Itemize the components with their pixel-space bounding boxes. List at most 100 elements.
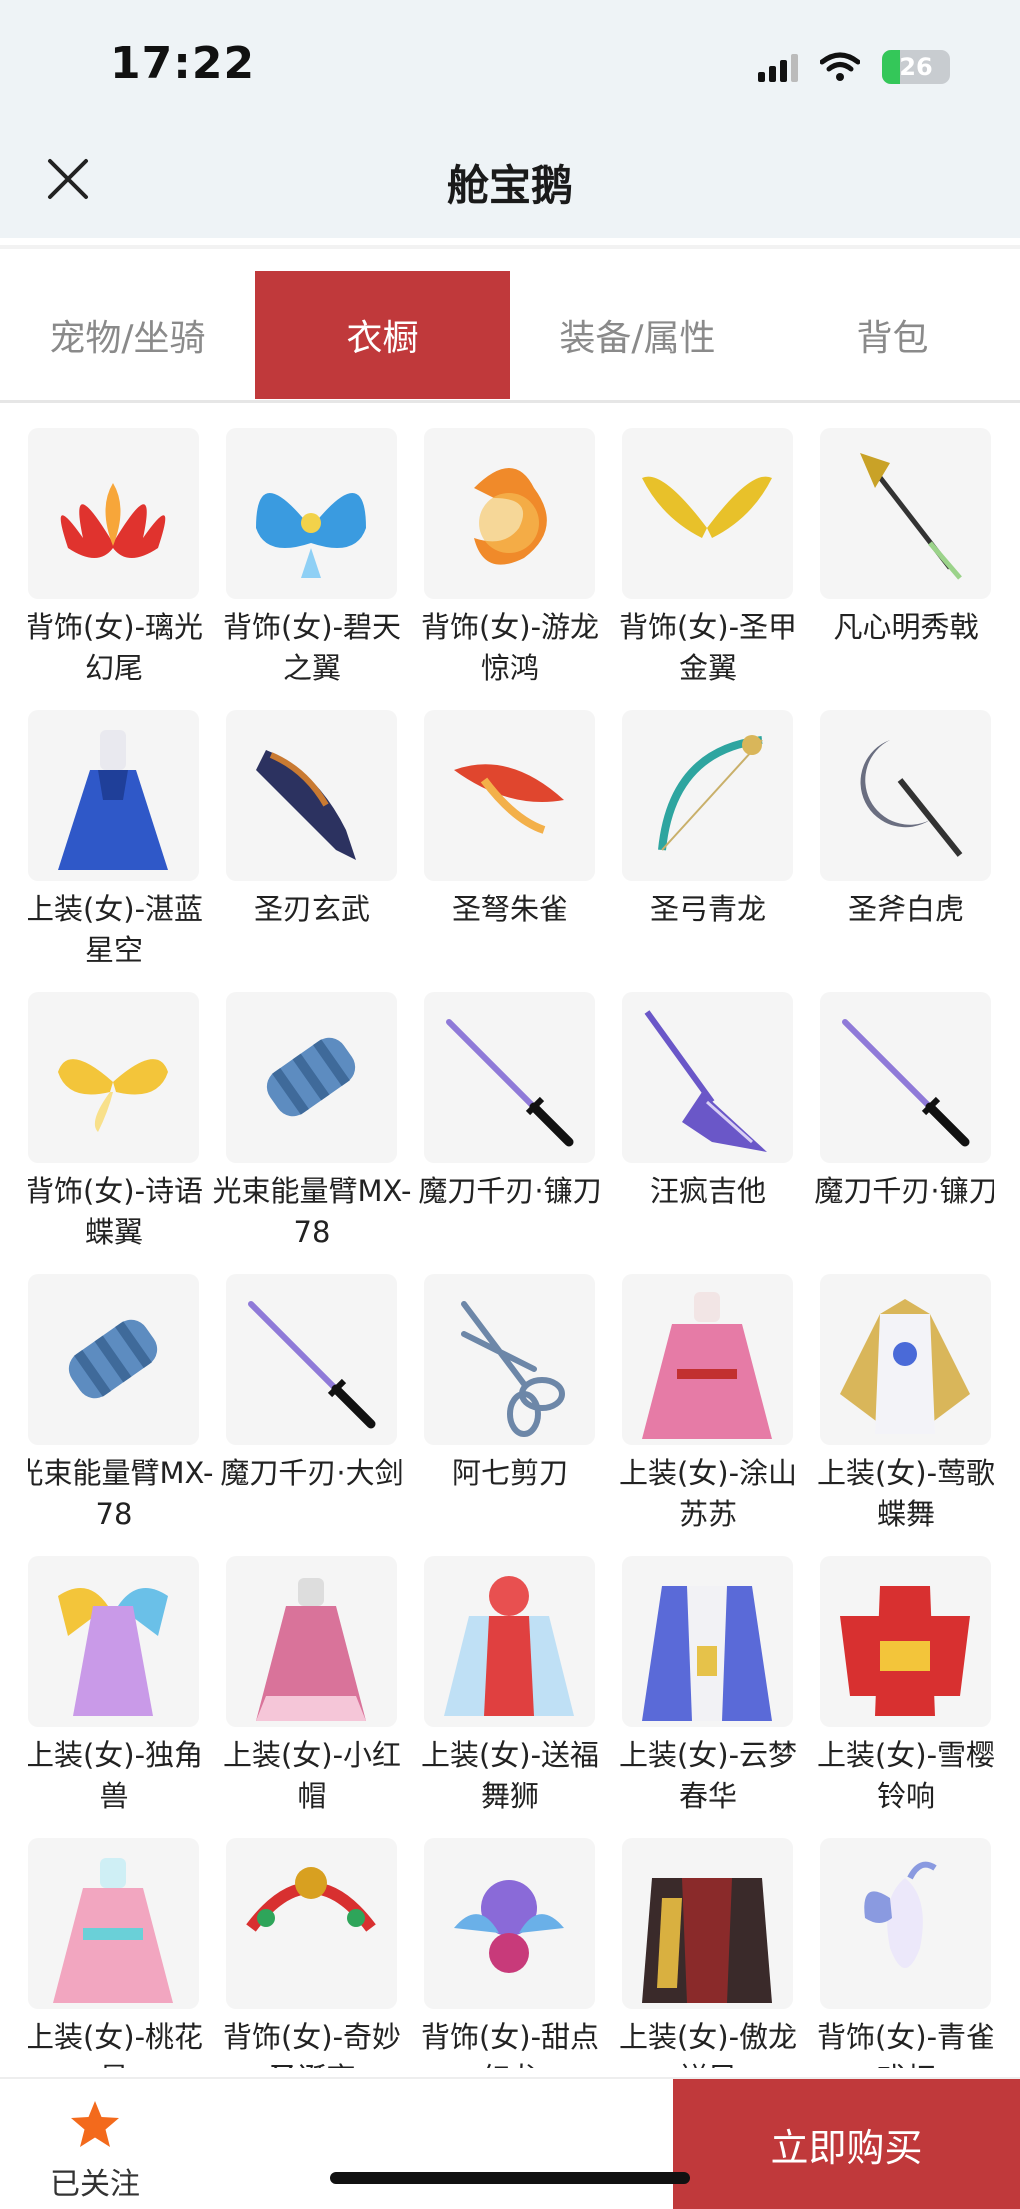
item-thumbnail	[424, 992, 595, 1163]
battery-level: 26	[899, 53, 933, 81]
item-thumbnail	[226, 1274, 397, 1445]
wardrobe-item[interactable]: 上装(女)-云梦春华	[619, 1556, 797, 1817]
wardrobe-grid: 背饰(女)-璃光幻尾 背饰(女)-碧天之翼 背饰(女)-游龙惊鸿 背饰(女)-圣甲金翼…	[28, 428, 994, 2068]
tab-wardrobe[interactable]: 衣橱	[255, 271, 510, 399]
red-wings-icon	[60, 483, 166, 558]
katana-icon	[446, 1019, 574, 1147]
energy-arm-icon	[68, 1319, 158, 1399]
item-name: 光束能量臂MX-78	[28, 1456, 214, 1531]
item-name: 上装(女)-桃花星	[28, 2020, 204, 2068]
item-name: 阿七剪刀	[451, 1456, 568, 1490]
item-name: 圣斧白虎	[847, 892, 964, 926]
wardrobe-item[interactable]: 上装(女)-傲龙祥凤	[619, 1838, 797, 2068]
page-title: 舱宝鹅	[446, 161, 573, 210]
home-indicator	[330, 2172, 690, 2184]
buy-now-button[interactable]: 立即购买	[673, 2079, 1020, 2209]
wardrobe-item[interactable]: 汪疯吉他	[622, 992, 793, 1212]
blue-bird-icon	[864, 1861, 937, 1968]
wardrobe-item[interactable]: 背饰(女)-璃光幻尾	[28, 428, 203, 689]
wardrobe-item[interactable]: 圣斧白虎	[820, 710, 991, 930]
wardrobe-item[interactable]: 凡心明秀戟	[820, 428, 991, 648]
follow-button[interactable]: 已关注	[40, 2099, 150, 2203]
wardrobe-item[interactable]: 上装(女)-独角兽	[28, 1556, 203, 1817]
wardrobe-item[interactable]: 上装(女)-小红帽	[223, 1556, 401, 1817]
category-tabs: 宠物/坐骑 衣橱 装备/属性 背包	[0, 271, 1020, 399]
halberd-icon	[860, 453, 962, 580]
item-name: 上装(女)-莺歌蝶舞	[816, 1456, 994, 1531]
item-thumbnail	[28, 1556, 199, 1727]
item-thumbnail	[28, 710, 199, 881]
wardrobe-item[interactable]: 上装(女)-莺歌蝶舞	[817, 1274, 994, 1535]
wardrobe-item[interactable]: 魔刀千刃·镰刀	[814, 992, 994, 1212]
wardrobe-item[interactable]: 魔刀千刃·大剑	[220, 1274, 404, 1494]
wardrobe-item[interactable]: 圣刃玄武	[226, 710, 397, 930]
item-thumbnail	[424, 1556, 595, 1727]
item-name: 魔刀千刃·镰刀	[814, 1174, 994, 1208]
blue-dress-icon	[58, 730, 168, 870]
wardrobe-item[interactable]: 背饰(女)-碧天之翼	[223, 428, 401, 689]
tab-backpack[interactable]: 背包	[765, 271, 1020, 399]
status-icons: 26	[758, 50, 950, 84]
guitar-icon	[644, 1010, 767, 1152]
item-thumbnail	[28, 992, 199, 1163]
wardrobe-item[interactable]: 背饰(女)-圣甲金翼	[619, 428, 797, 689]
dragon-bow-icon	[658, 735, 763, 851]
star-icon	[71, 2101, 119, 2147]
item-thumbnail	[622, 1556, 793, 1727]
wardrobe-item[interactable]: 上装(女)-桃花星	[28, 1838, 203, 2068]
divider	[0, 245, 1020, 249]
wardrobe-item[interactable]: 魔刀千刃·镰刀	[418, 992, 602, 1212]
unicorn-dress-icon	[58, 1588, 168, 1716]
xmas-wreath-icon	[246, 1867, 376, 1932]
cellular-signal-icon	[758, 52, 798, 82]
item-name: 背饰(女)-青雀戏灯	[816, 2020, 994, 2068]
item-thumbnail	[820, 710, 991, 881]
wardrobe-item[interactable]: 背饰(女)-奇妙圣诞夜	[223, 1838, 401, 2068]
item-name: 上装(女)-送福舞狮	[420, 1738, 600, 1813]
item-name: 上装(女)-傲龙祥凤	[618, 2020, 798, 2068]
item-thumbnail	[820, 428, 991, 599]
wardrobe-item[interactable]: 上装(女)-涂山苏苏	[619, 1274, 797, 1535]
item-thumbnail	[820, 1556, 991, 1727]
tab-pets-mounts[interactable]: 宠物/坐骑	[0, 271, 255, 399]
red-kimono-icon	[840, 1586, 970, 1716]
dark-blade-icon	[256, 750, 356, 860]
item-thumbnail	[28, 1838, 199, 2009]
item-thumbnail	[622, 710, 793, 881]
item-name: 背饰(女)-璃光幻尾	[28, 610, 204, 685]
lion-costume-icon	[444, 1576, 574, 1716]
wardrobe-item[interactable]: 背饰(女)-游龙惊鸿	[421, 428, 599, 689]
item-name: 魔刀千刃·大剑	[220, 1456, 404, 1490]
item-thumbnail	[820, 1274, 991, 1445]
wardrobe-item[interactable]: 光束能量臂MX-78	[213, 992, 411, 1253]
wardrobe-item[interactable]: 上装(女)-湛蓝星空	[28, 710, 203, 971]
item-thumbnail	[424, 428, 595, 599]
blue-wings-icon	[256, 493, 366, 578]
wardrobe-item[interactable]: 上装(女)-雪樱铃响	[817, 1556, 994, 1817]
item-name: 上装(女)-独角兽	[28, 1738, 204, 1813]
item-thumbnail	[28, 1274, 199, 1445]
wardrobe-item[interactable]: 阿七剪刀	[424, 1274, 595, 1494]
item-name: 背饰(女)-诗语蝶翼	[28, 1174, 204, 1249]
wardrobe-item[interactable]: 圣弩朱雀	[424, 710, 595, 930]
wardrobe-item[interactable]: 背饰(女)-甜点幻龙	[421, 1838, 599, 2068]
gold-robe-icon	[840, 1299, 970, 1434]
wardrobe-item[interactable]: 背饰(女)-青雀戏灯	[817, 1838, 994, 2068]
wardrobe-item[interactable]: 上装(女)-送福舞狮	[421, 1556, 599, 1817]
item-name: 圣弓青龙	[649, 892, 766, 926]
item-name: 背饰(女)-游龙惊鸿	[420, 610, 600, 685]
item-name: 圣刃玄武	[253, 892, 370, 926]
baby-dragon-icon	[454, 1880, 564, 1973]
item-name: 背饰(女)-甜点幻龙	[420, 2020, 600, 2068]
battery-icon: 26	[882, 50, 950, 84]
item-thumbnail	[424, 710, 595, 881]
item-thumbnail	[226, 710, 397, 881]
wardrobe-item[interactable]: 背饰(女)-诗语蝶翼	[28, 992, 203, 1253]
item-thumbnail	[226, 428, 397, 599]
energy-arm-icon	[266, 1037, 356, 1117]
tab-equipment-attributes[interactable]: 装备/属性	[510, 271, 765, 399]
wardrobe-item[interactable]: 圣弓青龙	[622, 710, 793, 930]
wardrobe-item[interactable]: 光束能量臂MX-78	[28, 1274, 213, 1535]
item-name: 凡心明秀戟	[833, 610, 979, 644]
scissors-icon	[461, 1301, 565, 1437]
